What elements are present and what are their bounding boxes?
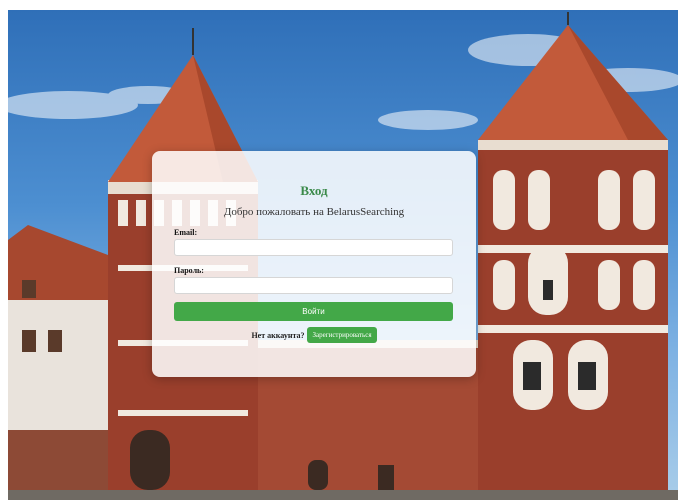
login-panel: Вход Добро пожаловать на BelarusSearchin… — [152, 151, 476, 377]
left-building — [8, 225, 108, 500]
password-label: Пароль: — [174, 266, 204, 275]
welcome-text: Добро пожаловать на BelarusSearching — [223, 206, 405, 218]
login-button[interactable]: Войти — [174, 302, 453, 321]
no-account-text: Нет аккаунта? — [251, 330, 305, 340]
register-row: Нет аккаунта? Зарегистрироваться — [174, 327, 454, 343]
register-button[interactable]: Зарегистрироваться — [307, 327, 377, 343]
password-field[interactable] — [174, 277, 453, 294]
email-label: Email: — [174, 228, 198, 237]
ground — [8, 490, 678, 500]
email-field[interactable] — [174, 239, 453, 256]
login-title: Вход — [300, 183, 328, 198]
